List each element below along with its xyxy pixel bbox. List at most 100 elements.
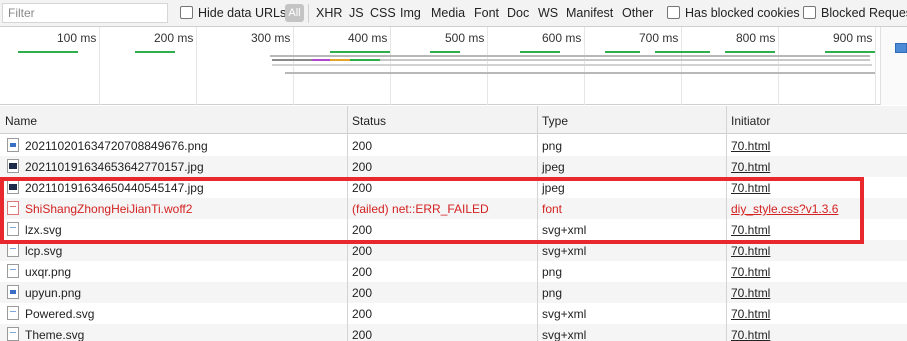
network-overview-timeline[interactable]: 100 ms 200 ms 300 ms 400 ms 500 ms 600 m… xyxy=(0,27,907,105)
request-name: 20211019163465364277015​7.jpg xyxy=(25,160,204,174)
image-file-icon xyxy=(7,138,19,152)
column-header-status[interactable]: Status xyxy=(352,114,386,128)
timeline-tick-label: 600 ms xyxy=(542,31,582,45)
timeline-tick-label: 200 ms xyxy=(154,31,194,45)
timeline-tick-label: 900 ms xyxy=(833,31,873,45)
request-status: 200 xyxy=(352,244,373,258)
request-type: svg+xml xyxy=(542,223,587,237)
waterfall-bar xyxy=(272,64,872,66)
request-type: png xyxy=(542,286,563,300)
request-name: Theme.svg xyxy=(25,328,85,341)
request-initiator-link[interactable]: 70.html xyxy=(731,139,770,153)
request-initiator-link[interactable]: 70.html xyxy=(731,265,770,279)
request-name: uxqr.png xyxy=(25,265,72,279)
waterfall-bar xyxy=(330,51,390,53)
timeline-gridline xyxy=(390,27,391,105)
column-divider[interactable] xyxy=(537,106,538,341)
network-filter-bar: Hide data URLs All XHR JS CSS Img Media … xyxy=(0,0,907,27)
waterfall-bar xyxy=(18,51,78,53)
table-row[interactable]: 20211020163472070884967​6.png 200 png 70… xyxy=(0,135,907,156)
table-row[interactable]: 20211019163465364277015​7.jpg 200 jpeg 7… xyxy=(0,156,907,177)
type-filter-css[interactable]: CSS xyxy=(370,6,396,20)
request-name: lcp.svg xyxy=(25,244,63,258)
request-status: 200 xyxy=(352,328,373,341)
overview-scroll-handle[interactable] xyxy=(895,43,907,53)
table-row[interactable]: uxqr.png 200 png 70.html xyxy=(0,261,907,282)
waterfall-bar xyxy=(330,59,350,61)
blocked-requests-checkbox[interactable] xyxy=(803,6,816,19)
timeline-tick-label: 300 ms xyxy=(251,31,291,45)
table-row-failed[interactable]: ShiShangZhongHeiJianTi.woff2 (failed) ne… xyxy=(0,198,907,219)
type-filter-img[interactable]: Img xyxy=(400,6,421,20)
timeline-tick-label: 700 ms xyxy=(639,31,679,45)
timeline-gridline xyxy=(293,27,294,105)
request-initiator-link[interactable]: 70.html xyxy=(731,328,770,341)
hide-data-urls-label[interactable]: Hide data URLs xyxy=(198,6,286,20)
timeline-gridline xyxy=(875,27,876,105)
request-status: 200 xyxy=(352,223,373,237)
table-row[interactable]: Powered.svg 200 svg+xml 70.html xyxy=(0,303,907,324)
type-filter-font[interactable]: Font xyxy=(474,6,499,20)
request-status: 200 xyxy=(352,307,373,321)
svg-file-icon xyxy=(7,243,19,257)
type-filter-doc[interactable]: Doc xyxy=(507,6,529,20)
request-status: 200 xyxy=(352,286,373,300)
image-file-icon xyxy=(7,285,19,299)
request-name: lzx.svg xyxy=(25,223,62,237)
column-header-type[interactable]: Type xyxy=(542,114,568,128)
type-filter-media[interactable]: Media xyxy=(431,6,465,20)
type-filter-ws[interactable]: WS xyxy=(538,6,558,20)
request-initiator-link[interactable]: 70.html xyxy=(731,223,770,237)
type-filter-xhr[interactable]: XHR xyxy=(316,6,342,20)
timeline-gridline xyxy=(681,27,682,105)
svg-file-icon xyxy=(7,306,19,320)
blocked-requests-label[interactable]: Blocked Requests xyxy=(821,6,907,20)
type-filter-other[interactable]: Other xyxy=(622,6,653,20)
timeline-gridline xyxy=(99,27,100,105)
request-type: svg+xml xyxy=(542,328,587,341)
request-initiator-link[interactable]: 70.html xyxy=(731,181,770,195)
has-blocked-cookies-label[interactable]: Has blocked cookies xyxy=(685,6,800,20)
type-filter-all[interactable]: All xyxy=(285,4,304,22)
type-filter-js[interactable]: JS xyxy=(349,6,364,20)
request-initiator-link[interactable]: diy_style.css?v1.3.6 xyxy=(731,202,838,216)
has-blocked-cookies-checkbox[interactable] xyxy=(667,6,680,19)
request-initiator-link[interactable]: 70.html xyxy=(731,307,770,321)
requests-table: Name Status Type Initiator 2021102016347… xyxy=(0,106,907,341)
request-initiator-link[interactable]: 70.html xyxy=(731,286,770,300)
waterfall-bar xyxy=(655,51,710,53)
hide-data-urls-checkbox[interactable] xyxy=(180,6,193,19)
table-row[interactable]: 20211019163465044054514​7.jpg 200 jpeg 7… xyxy=(0,177,907,198)
table-row[interactable]: lzx.svg 200 svg+xml 70.html xyxy=(0,219,907,240)
image-file-icon xyxy=(7,159,19,173)
filter-input[interactable] xyxy=(2,3,168,23)
table-header: Name Status Type Initiator xyxy=(0,106,907,134)
column-header-initiator[interactable]: Initiator xyxy=(731,114,770,128)
waterfall-bar xyxy=(520,51,560,53)
table-row[interactable]: upyun.png 200 png 70.html xyxy=(0,282,907,303)
column-divider[interactable] xyxy=(347,106,348,341)
request-type: png xyxy=(542,265,563,279)
request-status: 200 xyxy=(352,139,373,153)
image-file-icon xyxy=(7,180,19,194)
request-type: svg+xml xyxy=(542,307,587,321)
timeline-gridline xyxy=(584,27,585,105)
waterfall-bar xyxy=(285,72,875,74)
timeline-gridline xyxy=(196,27,197,105)
svg-file-icon xyxy=(7,222,19,236)
column-header-name[interactable]: Name xyxy=(5,114,37,128)
type-filter-manifest[interactable]: Manifest xyxy=(566,6,613,20)
timeline-tick-label: 500 ms xyxy=(445,31,485,45)
svg-file-icon xyxy=(7,327,19,341)
waterfall-bar xyxy=(430,51,460,53)
table-row[interactable]: lcp.svg 200 svg+xml 70.html xyxy=(0,240,907,261)
request-name: 20211020163472070884967​6.png xyxy=(25,139,208,153)
request-initiator-link[interactable]: 70.html xyxy=(731,244,770,258)
table-row[interactable]: Theme.svg 200 svg+xml 70.html xyxy=(0,324,907,341)
waterfall-bar xyxy=(605,51,640,53)
request-initiator-link[interactable]: 70.html xyxy=(731,160,770,174)
timeline-gridline xyxy=(487,27,488,105)
request-status: 200 xyxy=(352,181,373,195)
column-divider[interactable] xyxy=(726,106,727,341)
timeline-gridline xyxy=(778,27,779,105)
